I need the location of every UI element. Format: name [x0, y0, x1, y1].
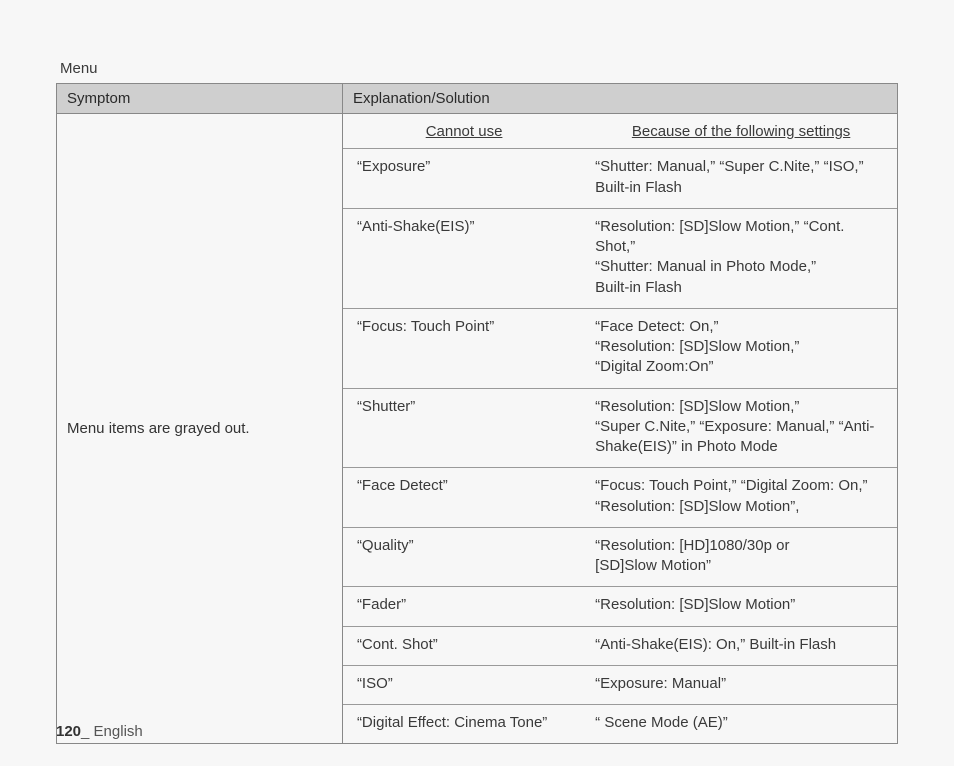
- inner-row: “Digital Effect: Cinema Tone”“ Scene Mod…: [343, 705, 897, 744]
- inner-row: “Fader”“Resolution: [SD]Slow Motion”: [343, 587, 897, 626]
- col-symptom-header: Symptom: [57, 84, 343, 114]
- cannot-use-item: “Exposure”: [343, 149, 581, 209]
- troubleshooting-table: Symptom Explanation/Solution Menu items …: [56, 83, 898, 744]
- sub-cannot-use: Cannot use: [343, 114, 581, 149]
- cannot-use-item: “Fader”: [343, 587, 581, 626]
- because-reason: “Shutter: Manual,” “Super C.Nite,” “ISO,…: [581, 149, 897, 209]
- inner-row: “Focus: Touch Point”“Face Detect: On,” “…: [343, 308, 897, 388]
- table-body-row: Menu items are grayed out. Cannot use Be…: [57, 114, 898, 744]
- because-reason: “Resolution: [HD]1080/30p or [SD]Slow Mo…: [581, 527, 897, 587]
- because-reason: “Resolution: [SD]Slow Motion,” “Cont. Sh…: [581, 208, 897, 308]
- cannot-use-item: “Quality”: [343, 527, 581, 587]
- inner-row: “Exposure”“Shutter: Manual,” “Super C.Ni…: [343, 149, 897, 209]
- inner-row: “Anti-Shake(EIS)”“Resolution: [SD]Slow M…: [343, 208, 897, 308]
- section-title: Menu: [56, 60, 898, 77]
- cannot-use-item: “ISO”: [343, 665, 581, 704]
- inner-row: “ISO”“Exposure: Manual”: [343, 665, 897, 704]
- because-reason: “Face Detect: On,” “Resolution: [SD]Slow…: [581, 308, 897, 388]
- cannot-use-item: “Digital Effect: Cinema Tone”: [343, 705, 581, 744]
- inner-row: “Shutter”“Resolution: [SD]Slow Motion,” …: [343, 388, 897, 468]
- inner-row: “Quality”“Resolution: [HD]1080/30p or [S…: [343, 527, 897, 587]
- cannot-use-item: “Face Detect”: [343, 468, 581, 528]
- because-reason: “Exposure: Manual”: [581, 665, 897, 704]
- inner-row: “Cont. Shot”“Anti-Shake(EIS): On,” Built…: [343, 626, 897, 665]
- because-reason: “Focus: Touch Point,” “Digital Zoom: On,…: [581, 468, 897, 528]
- cannot-use-item: “Focus: Touch Point”: [343, 308, 581, 388]
- cannot-use-item: “Anti-Shake(EIS)”: [343, 208, 581, 308]
- page-footer: 120_ English: [56, 723, 143, 740]
- footer-sep: _: [81, 723, 94, 740]
- cannot-use-item: “Cont. Shot”: [343, 626, 581, 665]
- inner-row: “Face Detect”“Focus: Touch Point,” “Digi…: [343, 468, 897, 528]
- explanation-cell: Cannot use Because of the following sett…: [342, 114, 897, 744]
- cannot-use-item: “Shutter”: [343, 388, 581, 468]
- footer-lang: English: [94, 723, 143, 740]
- because-reason: “Resolution: [SD]Slow Motion”: [581, 587, 897, 626]
- explanation-inner-table: Cannot use Because of the following sett…: [343, 114, 897, 743]
- manual-page: Menu Symptom Explanation/Solution Menu i…: [0, 0, 954, 766]
- table-header-row: Symptom Explanation/Solution: [57, 84, 898, 114]
- col-explanation-header: Explanation/Solution: [342, 84, 897, 114]
- because-reason: “Anti-Shake(EIS): On,” Built-in Flash: [581, 626, 897, 665]
- sub-because: Because of the following settings: [581, 114, 897, 149]
- symptom-cell: Menu items are grayed out.: [57, 114, 343, 744]
- page-number: 120: [56, 723, 81, 740]
- because-reason: “ Scene Mode (AE)”: [581, 705, 897, 744]
- because-reason: “Resolution: [SD]Slow Motion,” “Super C.…: [581, 388, 897, 468]
- inner-subheader: Cannot use Because of the following sett…: [343, 114, 897, 149]
